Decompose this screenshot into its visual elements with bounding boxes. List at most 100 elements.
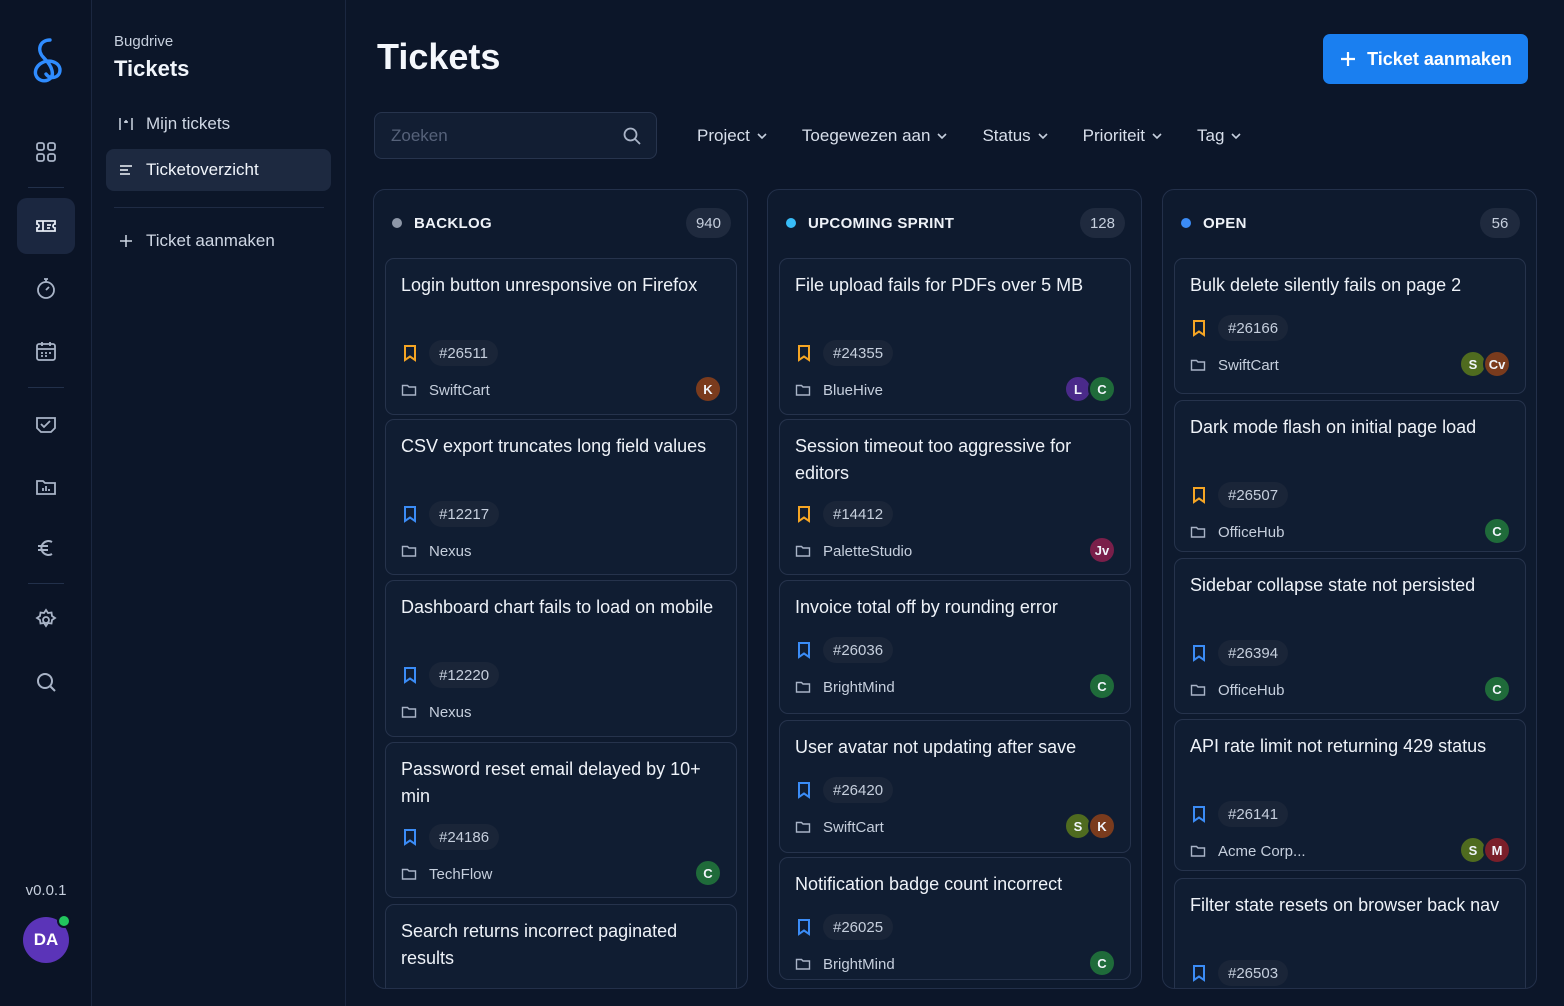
filter-status[interactable]: Status bbox=[982, 124, 1048, 148]
ticket-id-badge: #12220 bbox=[429, 662, 500, 688]
ticket-title: Session timeout too aggressive for edito… bbox=[795, 436, 1072, 483]
rail-timer-button[interactable] bbox=[17, 261, 75, 317]
bugdrive-logo-icon[interactable] bbox=[26, 36, 66, 84]
rail-divider bbox=[28, 583, 64, 584]
bookmark-icon bbox=[798, 782, 810, 799]
search-icon[interactable] bbox=[622, 126, 642, 146]
bookmark-icon bbox=[1193, 645, 1205, 662]
ticket-title: CSV export truncates long field values bbox=[401, 436, 707, 456]
rail-finance-button[interactable] bbox=[17, 520, 75, 576]
filter-assignee[interactable]: Toegewezen aan bbox=[802, 124, 949, 148]
ticket-card[interactable]: Bulk delete silently fails on page 2 #261… bbox=[1174, 258, 1526, 394]
ticket-card[interactable]: Search returns incorrect paginated resul… bbox=[385, 904, 737, 988]
assignee-avatars: K bbox=[694, 375, 722, 403]
ticket-meta: #26166 bbox=[1190, 315, 1289, 341]
bookmark-icon bbox=[1193, 965, 1205, 982]
assignee-avatar[interactable]: Jv bbox=[1088, 536, 1116, 564]
nav-item-label: Ticketoverzicht bbox=[146, 160, 259, 179]
project-name: SwiftCart bbox=[823, 818, 884, 836]
assignee-avatar[interactable]: C bbox=[1088, 672, 1116, 700]
rail-search-button[interactable] bbox=[17, 654, 75, 710]
chevron-down-icon bbox=[1152, 133, 1162, 140]
ticket-project: TechFlow bbox=[401, 863, 492, 885]
assignee-avatars: S Cv bbox=[1459, 350, 1511, 378]
rail-deals-button[interactable] bbox=[17, 397, 75, 453]
ticket-project: SwiftCart bbox=[795, 816, 884, 838]
rail-reports-button[interactable] bbox=[17, 459, 75, 515]
chart-folder-icon bbox=[36, 480, 56, 495]
nav-item-ticket-aanmaken[interactable]: Ticket aanmaken bbox=[106, 220, 331, 262]
nav-item-mijn-tickets[interactable]: Mijn tickets bbox=[106, 103, 331, 145]
folder-icon bbox=[1190, 845, 1206, 857]
filter-priority[interactable]: Prioriteit bbox=[1083, 124, 1163, 148]
filter-label: Prioriteit bbox=[1082, 126, 1146, 145]
assignee-avatar[interactable]: C bbox=[694, 859, 722, 887]
ticket-card[interactable]: User avatar not updating after save #2642… bbox=[779, 720, 1131, 853]
ticket-card[interactable]: CSV export truncates long field values #1… bbox=[385, 419, 737, 575]
ticket-project: OfficeHub bbox=[1190, 679, 1284, 701]
project-name: Nexus bbox=[429, 542, 472, 560]
rail-settings-button[interactable] bbox=[17, 592, 75, 648]
ticket-title: API rate limit not returning 429 status bbox=[1190, 736, 1487, 756]
ticket-title: File upload fails for PDFs over 5 MB bbox=[795, 275, 1084, 295]
rail-calendar-button[interactable] bbox=[17, 323, 75, 379]
project-name: Acme Corp... bbox=[1218, 842, 1306, 860]
filter-tag[interactable]: Tag bbox=[1197, 124, 1242, 148]
ticket-id-badge: #26511 bbox=[429, 340, 498, 366]
ticket-project: OfficeHub bbox=[1190, 521, 1284, 543]
ticket-card[interactable]: Invoice total off by rounding error #2603… bbox=[779, 580, 1131, 714]
ticket-meta: #26036 bbox=[795, 637, 894, 663]
app-version: v0.0.1 bbox=[25, 882, 67, 899]
ticket-meta: #24186 bbox=[401, 824, 500, 850]
folder-icon bbox=[1190, 359, 1206, 371]
app-name: Bugdrive bbox=[114, 33, 174, 50]
filter-label: Toegewezen aan bbox=[801, 126, 931, 145]
column-header: OPEN 56 bbox=[1163, 190, 1536, 256]
assignee-avatar[interactable]: Cv bbox=[1483, 350, 1511, 378]
project-name: TechFlow bbox=[429, 865, 493, 883]
rail-divider bbox=[28, 387, 64, 388]
ticket-card[interactable]: Login button unresponsive on Firefox #265… bbox=[385, 258, 737, 415]
ticket-card[interactable]: Session timeout too aggressive for edito… bbox=[779, 419, 1131, 575]
search-input[interactable] bbox=[375, 113, 615, 158]
create-ticket-label: Ticket aanmaken bbox=[1367, 48, 1512, 69]
filter-project[interactable]: Project bbox=[697, 124, 768, 148]
ticket-title: Login button unresponsive on Firefox bbox=[401, 275, 698, 295]
ticket-card[interactable]: Notification badge count incorrect #26025… bbox=[779, 857, 1131, 980]
assignee-avatar[interactable]: C bbox=[1088, 375, 1116, 403]
ticket-card[interactable]: Dashboard chart fails to load on mobile #… bbox=[385, 580, 737, 737]
column-backlog: BACKLOG 940 Login button unresponsive on F… bbox=[373, 189, 748, 989]
assignee-avatar[interactable]: M bbox=[1483, 836, 1511, 864]
nav-item-label: Mijn tickets bbox=[146, 114, 231, 133]
search-box bbox=[374, 112, 657, 159]
chevron-down-icon bbox=[757, 133, 767, 140]
assignee-avatar[interactable]: C bbox=[1483, 675, 1511, 703]
ticket-card[interactable]: File upload fails for PDFs over 5 MB #243… bbox=[779, 258, 1131, 415]
ticket-card[interactable]: Sidebar collapse state not persisted #263… bbox=[1174, 558, 1526, 714]
assignee-avatars: SM bbox=[1459, 836, 1511, 864]
create-ticket-button[interactable]: Ticket aanmaken bbox=[1323, 34, 1528, 84]
ticket-icon bbox=[36, 220, 56, 232]
euro-icon bbox=[38, 540, 53, 556]
ticket-card[interactable]: Password reset email delayed by 10+ min #… bbox=[385, 742, 737, 898]
assignee-avatar[interactable]: C bbox=[1088, 949, 1116, 977]
assignee-avatars: LC bbox=[1064, 375, 1116, 403]
nav-item-ticketoverzicht[interactable]: Ticketoverzicht bbox=[106, 149, 331, 191]
ticket-meta: #24355 bbox=[795, 340, 894, 366]
ticket-id-badge: #26420 bbox=[823, 777, 894, 803]
assignee-avatar[interactable]: C bbox=[1483, 517, 1511, 545]
ticket-card[interactable]: Filter state resets on browser back nav #… bbox=[1174, 878, 1526, 988]
rail-tickets-button[interactable] bbox=[17, 198, 75, 254]
ticket-title: Bulk delete silently fails on page 2 bbox=[1190, 275, 1462, 295]
assignee-avatars: C bbox=[1088, 672, 1116, 700]
assignee-avatar[interactable]: K bbox=[1088, 812, 1116, 840]
ticket-title: Dashboard chart fails to load on mobile bbox=[401, 597, 714, 617]
ticket-meta: #14412 bbox=[795, 501, 894, 527]
folder-icon bbox=[795, 384, 811, 396]
assignee-avatar[interactable]: K bbox=[694, 375, 722, 403]
assignee-avatars: C bbox=[1483, 675, 1511, 703]
ticket-card[interactable]: API rate limit not returning 429 status #… bbox=[1174, 719, 1526, 871]
rail-dashboard-button[interactable] bbox=[17, 124, 75, 180]
bookmark-icon bbox=[1193, 487, 1205, 504]
ticket-card[interactable]: Dark mode flash on initial page load #265… bbox=[1174, 400, 1526, 552]
